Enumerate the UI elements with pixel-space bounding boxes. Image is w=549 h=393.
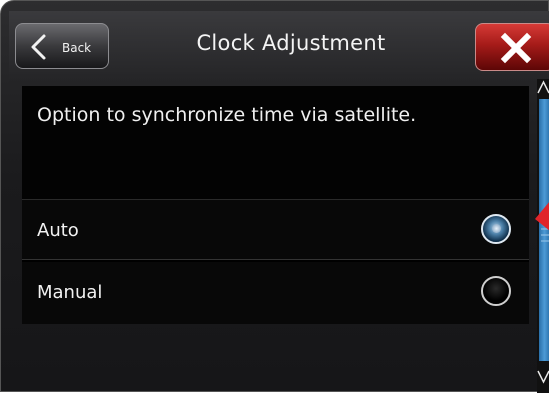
clock-adjustment-screen: Back Clock Adjustment Option to synchron… [0,0,549,393]
close-icon [500,32,532,64]
back-button-label: Back [62,41,92,55]
option-row-manual[interactable]: Manual [22,262,529,324]
radio-manual[interactable] [481,276,511,306]
close-button[interactable] [475,23,549,71]
description-area: Option to synchronize time via satellite… [22,86,529,200]
option-label-auto: Auto [37,220,79,241]
option-label-manual: Manual [37,282,103,303]
page-title: Clock Adjustment [196,31,386,55]
back-button[interactable]: Back [15,23,109,69]
chevron-left-icon [31,34,46,60]
option-row-auto[interactable]: Auto [22,200,529,260]
description-text: Option to synchronize time via satellite… [37,104,417,126]
scroll-down-arrow-icon[interactable] [537,367,549,385]
scroll-up-arrow-icon[interactable] [537,79,549,97]
options-panel: Option to synchronize time via satellite… [22,86,529,324]
radio-auto-selected[interactable] [481,214,511,244]
pointer-arrow-icon [535,202,549,231]
